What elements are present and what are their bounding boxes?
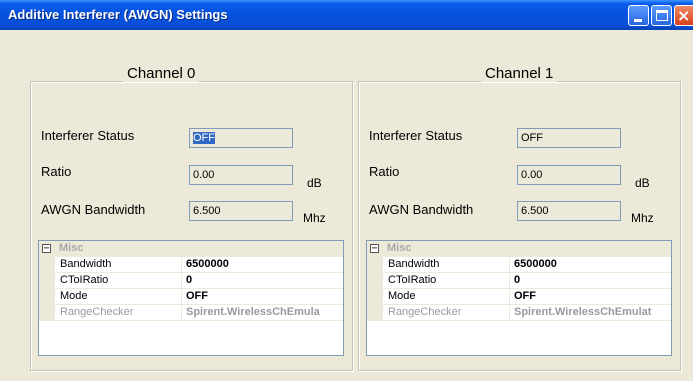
property-value[interactable]: Spirent.WirelessChEmula	[186, 306, 342, 318]
category-row-misc[interactable]: − Misc	[39, 241, 343, 257]
interferer-status-label: Interferer Status	[41, 128, 135, 143]
ratio-field[interactable]: 0.00	[189, 165, 293, 185]
channel-1-title: Channel 1	[481, 65, 558, 82]
channel-0-title: Channel 0	[123, 65, 200, 82]
ratio-field[interactable]: 0.00	[517, 165, 621, 185]
awgn-settings-window: Additive Interferer (AWGN) Settings × Ch…	[0, 0, 693, 381]
property-name: CToIRatio	[388, 274, 510, 289]
interferer-status-field[interactable]: OFF	[517, 128, 621, 148]
awgn-bandwidth-unit: Mhz	[303, 211, 326, 225]
ratio-unit: dB	[635, 176, 650, 190]
maximize-icon	[656, 10, 668, 21]
property-row[interactable]: CToIRatio 0	[367, 273, 671, 289]
property-value[interactable]: OFF	[186, 290, 342, 302]
awgn-bandwidth-label: AWGN Bandwidth	[369, 202, 474, 217]
property-row[interactable]: Bandwidth 6500000	[367, 257, 671, 273]
property-value[interactable]: OFF	[514, 290, 670, 302]
property-row[interactable]: Mode OFF	[367, 289, 671, 305]
property-value[interactable]: 6500000	[514, 258, 670, 270]
property-value[interactable]: 0	[514, 274, 670, 286]
collapse-icon[interactable]: −	[42, 244, 51, 254]
property-row[interactable]: CToIRatio 0	[39, 273, 343, 289]
awgn-bandwidth-field[interactable]: 6.500	[517, 201, 621, 221]
property-name: CToIRatio	[60, 274, 182, 289]
close-button[interactable]: ×	[674, 5, 693, 26]
maximize-button[interactable]	[651, 5, 672, 26]
property-value[interactable]: 0	[186, 274, 342, 286]
ratio-label: Ratio	[41, 164, 72, 179]
property-name: Mode	[60, 290, 182, 305]
property-value[interactable]: 6500000	[186, 258, 342, 270]
window-title: Additive Interferer (AWGN) Settings	[8, 7, 228, 22]
property-grid[interactable]: − Misc Bandwidth 6500000 CToIRatio 0 Mod…	[366, 240, 672, 356]
awgn-bandwidth-field[interactable]: 6.500	[189, 201, 293, 221]
property-row[interactable]: RangeChecker Spirent.WirelessChEmula	[39, 305, 343, 321]
category-label: Misc	[387, 242, 412, 254]
property-grid[interactable]: − Misc Bandwidth 6500000 CToIRatio 0 Mod…	[38, 240, 344, 356]
property-row[interactable]: Mode OFF	[39, 289, 343, 305]
property-name: Mode	[388, 290, 510, 305]
property-name: Bandwidth	[60, 258, 182, 273]
property-name: RangeChecker	[388, 306, 510, 321]
interferer-status-field[interactable]: OFF	[189, 128, 293, 148]
category-row-misc[interactable]: − Misc	[367, 241, 671, 257]
collapse-icon[interactable]: −	[370, 244, 379, 254]
minimize-icon	[634, 19, 642, 22]
property-row[interactable]: Bandwidth 6500000	[39, 257, 343, 273]
ratio-unit: dB	[307, 176, 322, 190]
property-value[interactable]: Spirent.WirelessChEmulat	[514, 306, 670, 318]
property-name: Bandwidth	[388, 258, 510, 273]
category-label: Misc	[59, 242, 84, 254]
close-icon: ×	[677, 6, 691, 25]
property-row[interactable]: RangeChecker Spirent.WirelessChEmulat	[367, 305, 671, 321]
awgn-bandwidth-label: AWGN Bandwidth	[41, 202, 146, 217]
awgn-bandwidth-unit: Mhz	[631, 211, 654, 225]
ratio-label: Ratio	[369, 164, 400, 179]
property-name: RangeChecker	[60, 306, 182, 321]
minimize-button[interactable]	[628, 5, 649, 26]
interferer-status-label: Interferer Status	[369, 128, 463, 143]
title-bar[interactable]: Additive Interferer (AWGN) Settings ×	[0, 0, 693, 30]
